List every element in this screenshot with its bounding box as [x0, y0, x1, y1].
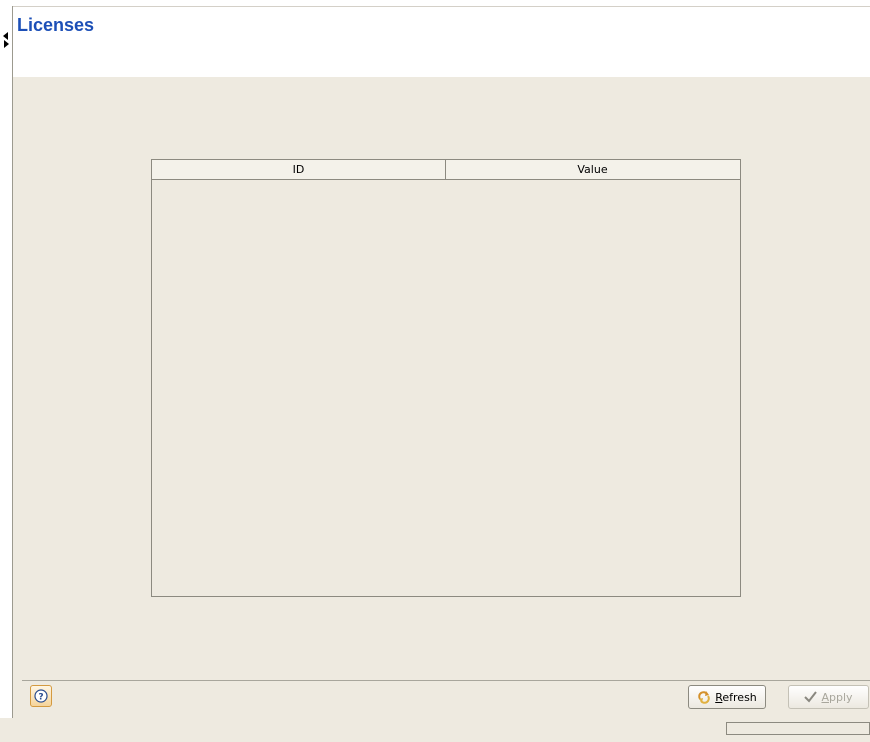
- column-header-value[interactable]: Value: [446, 160, 739, 179]
- left-sash-bar[interactable]: [0, 6, 13, 718]
- footer-divider: [22, 680, 870, 681]
- table-header: ID Value: [152, 160, 740, 180]
- page-title: Licenses: [17, 15, 95, 35]
- apply-button[interactable]: Apply: [788, 685, 869, 709]
- page-header: Licenses: [13, 7, 870, 77]
- progress-bar: [726, 722, 870, 735]
- refresh-label: Refresh: [715, 690, 757, 704]
- licenses-table[interactable]: ID Value: [151, 159, 741, 597]
- content-area: ID Value ? Refresh Apply: [13, 77, 870, 718]
- column-header-id[interactable]: ID: [152, 160, 446, 179]
- sash-arrows-icon[interactable]: [2, 32, 10, 48]
- apply-label: Apply: [821, 690, 853, 704]
- refresh-icon: [698, 691, 710, 704]
- svg-text:?: ?: [38, 693, 43, 703]
- checkmark-icon: [804, 691, 818, 703]
- help-icon: ?: [34, 689, 48, 703]
- help-button[interactable]: ?: [30, 685, 52, 707]
- refresh-button[interactable]: Refresh: [688, 685, 766, 709]
